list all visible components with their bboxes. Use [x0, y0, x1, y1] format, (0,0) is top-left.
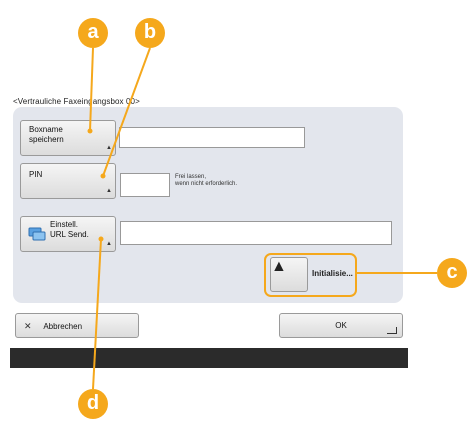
- callout-badge-b: b: [135, 18, 165, 48]
- callout-lines: [87, 47, 437, 390]
- callout-badge-a: a: [78, 18, 108, 48]
- callout-badge-d: d: [78, 389, 108, 419]
- callout-badge-c: c: [437, 258, 467, 288]
